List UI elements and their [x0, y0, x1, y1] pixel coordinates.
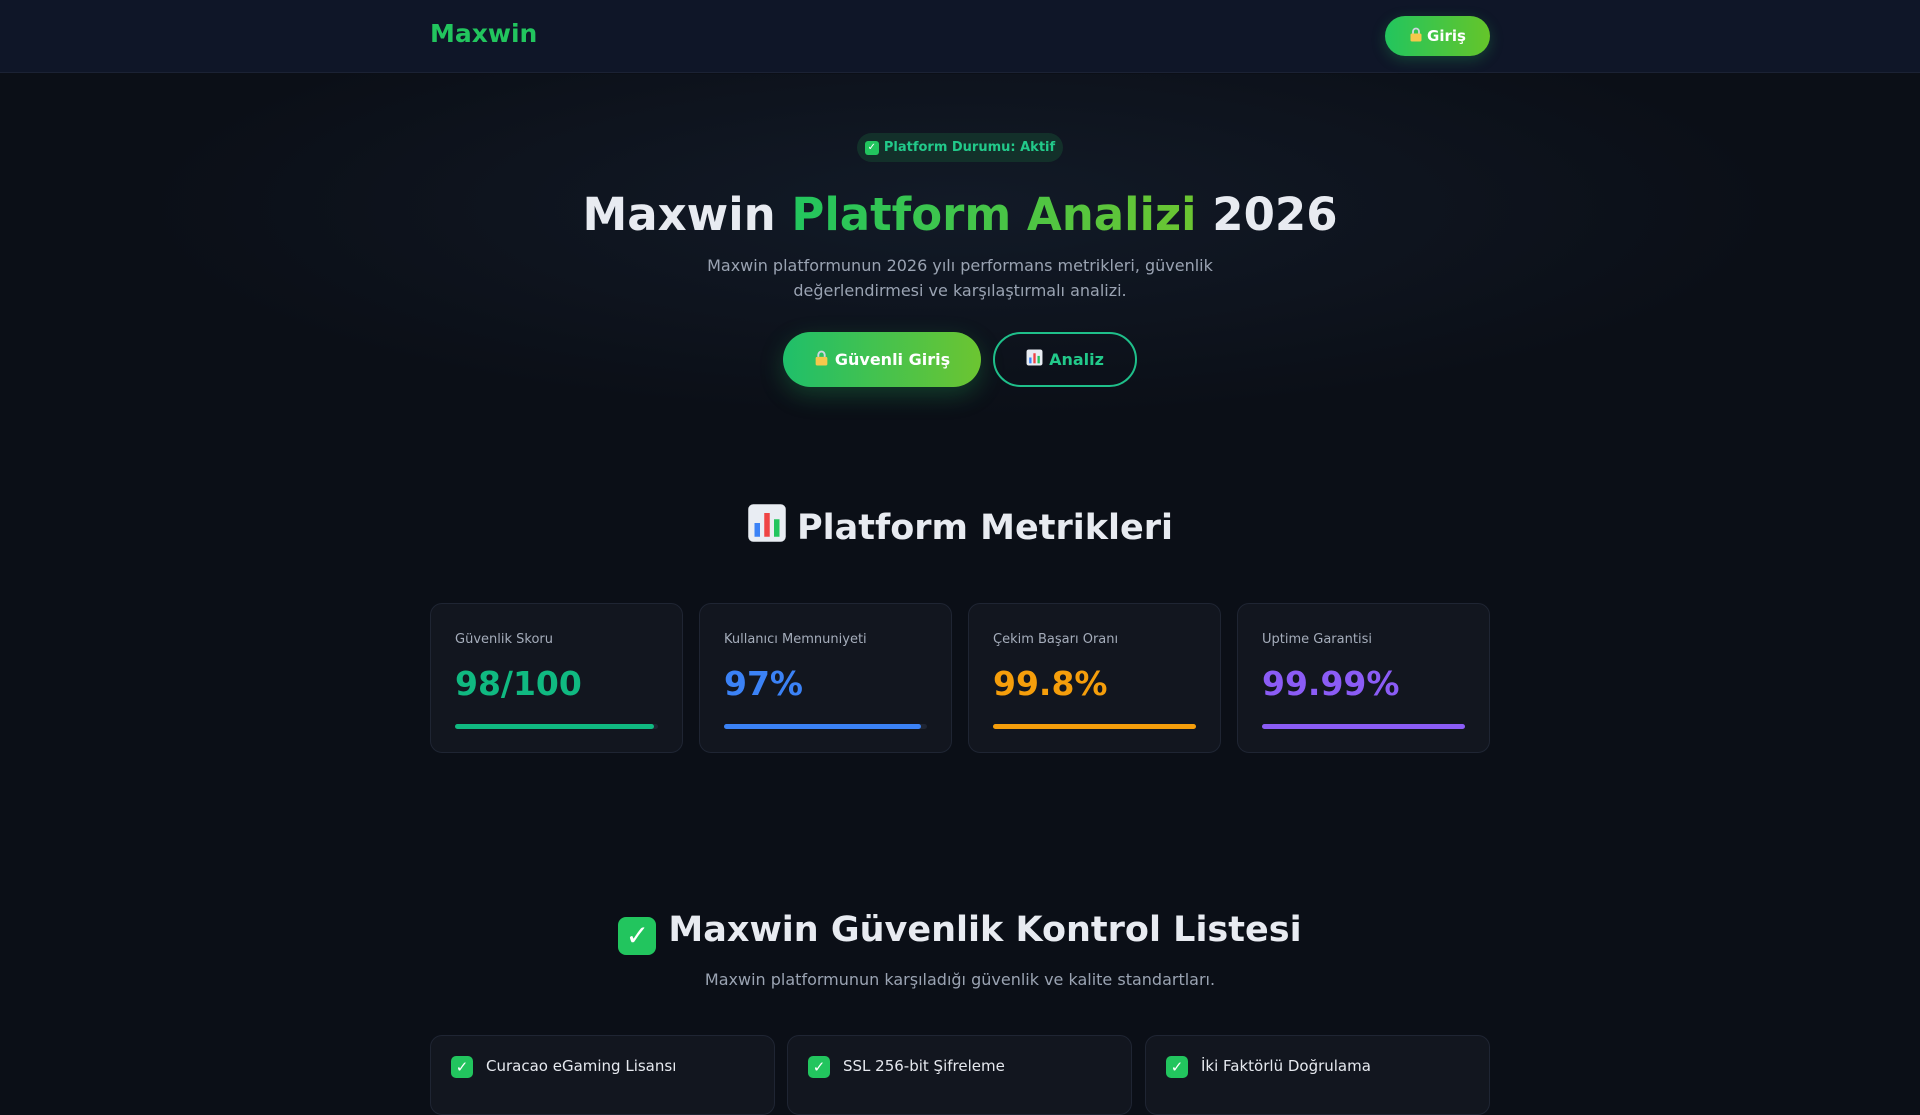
metric-label: Kullanıcı Memnuniyeti — [724, 632, 867, 647]
analysis-button-label: Analiz — [1049, 350, 1104, 369]
metric-value: 97% — [724, 664, 803, 703]
title-accent: Platform Analizi — [791, 188, 1197, 241]
status-badge: ✓ Platform Durumu: Aktif — [857, 133, 1063, 162]
metric-card-security: Güvenlik Skoru 98/100 — [430, 603, 683, 753]
checklist-item-label: İki Faktörlü Doğrulama — [1201, 1057, 1371, 1075]
metric-progress-fill — [1262, 724, 1465, 729]
hero-subtitle: Maxwin platformunun 2026 yılı performans… — [707, 256, 1213, 300]
metrics-title-text: Platform Metrikleri — [796, 508, 1173, 548]
checklist-item: ✓ Curacao eGaming Lisansı — [430, 1035, 775, 1115]
brand-logo[interactable]: Maxwin — [430, 19, 537, 48]
checklist-item-label: SSL 256-bit Şifreleme — [843, 1057, 1005, 1075]
check-icon: ✓ — [451, 1056, 473, 1078]
checklist-item: ✓ İki Faktörlü Doğrulama — [1145, 1035, 1490, 1115]
check-icon: ✓ — [1166, 1056, 1188, 1078]
checklist-item-label: Curacao eGaming Lisansı — [486, 1057, 677, 1075]
metric-progress-fill — [993, 724, 1196, 729]
status-badge-text: Platform Durumu: Aktif — [883, 140, 1056, 155]
bar-chart-icon — [747, 503, 787, 552]
page-title: Maxwin Platform Analizi 2026 — [0, 188, 1920, 241]
metric-label: Güvenlik Skoru — [455, 632, 553, 647]
metric-progress-fill — [724, 724, 921, 729]
lock-icon — [1409, 27, 1423, 46]
metric-progress-track — [993, 724, 1196, 729]
analysis-button[interactable]: Analiz — [993, 332, 1137, 387]
metric-label: Uptime Garantisi — [1262, 632, 1372, 647]
metric-value: 98/100 — [455, 664, 582, 703]
metric-label: Çekim Başarı Oranı — [993, 632, 1119, 647]
checklist-item: ✓ SSL 256-bit Şifreleme — [787, 1035, 1132, 1115]
checklist-title-text: Maxwin Güvenlik Kontrol Listesi — [668, 910, 1302, 950]
check-icon: ✓ — [618, 916, 657, 955]
metric-value: 99.99% — [1262, 664, 1400, 703]
top-navbar: Maxwin Giriş — [0, 0, 1920, 73]
metric-card-withdrawal: Çekim Başarı Oranı 99.8% — [968, 603, 1221, 753]
metric-progress-track — [455, 724, 658, 729]
title-suffix: 2026 — [1212, 188, 1338, 241]
title-prefix: Maxwin — [582, 188, 776, 241]
metric-progress-track — [1262, 724, 1465, 729]
login-button[interactable]: Giriş — [1385, 16, 1490, 56]
checklist-section-title: ✓ Maxwin Güvenlik Kontrol Listesi — [0, 910, 1920, 955]
secure-login-button[interactable]: Güvenli Giriş — [783, 332, 981, 387]
login-button-label: Giriş — [1427, 27, 1466, 45]
lock-icon — [814, 350, 829, 370]
check-icon: ✓ — [808, 1056, 830, 1078]
check-icon: ✓ — [864, 140, 879, 155]
metric-card-uptime: Uptime Garantisi 99.99% — [1237, 603, 1490, 753]
secure-login-label: Güvenli Giriş — [834, 350, 951, 369]
metric-value: 99.8% — [993, 664, 1108, 703]
metrics-section-title: Platform Metrikleri — [0, 503, 1920, 552]
bar-chart-icon — [1026, 349, 1043, 370]
checklist-subtitle: Maxwin platformunun karşıladığı güvenlik… — [704, 970, 1216, 989]
metric-card-satisfaction: Kullanıcı Memnuniyeti 97% — [699, 603, 952, 753]
metric-progress-fill — [455, 724, 654, 729]
metric-progress-track — [724, 724, 927, 729]
